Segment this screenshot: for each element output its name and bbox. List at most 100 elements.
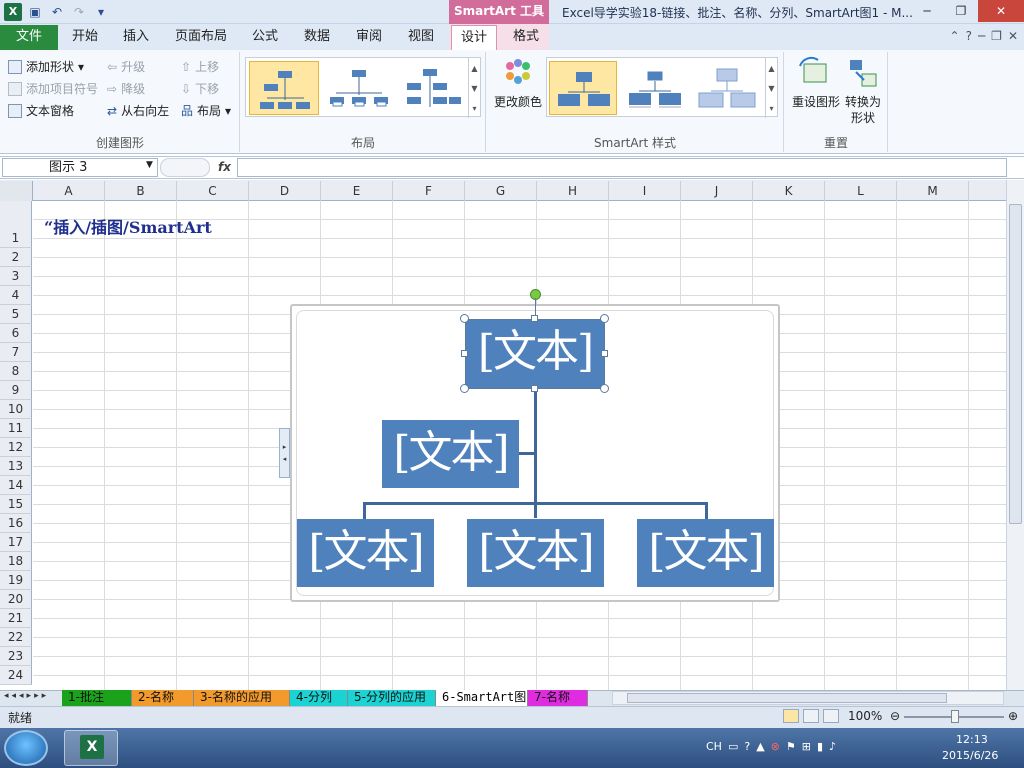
row-header-18[interactable]: 18 (0, 552, 32, 571)
formula-input[interactable] (237, 158, 1007, 177)
row-header-8[interactable]: 8 (0, 362, 32, 381)
show-hidden-icons[interactable]: ▲ (756, 740, 764, 753)
restore-button[interactable]: ❐ (944, 0, 978, 22)
sheet-nav-icons[interactable]: ◂◂◂▸▸▸ (4, 691, 49, 701)
smartart-node-assistant[interactable]: [文本] (382, 420, 519, 488)
text-pane-toggle-icon[interactable]: ▸ ◂ (279, 428, 290, 478)
resize-handle-tr[interactable] (600, 314, 609, 323)
style-thumb-subtle[interactable] (693, 61, 761, 115)
clock-date[interactable]: 2015/6/26 (942, 749, 998, 762)
resize-handle-bottom[interactable] (531, 385, 538, 392)
zoom-out-icon[interactable]: ⊖ (890, 709, 900, 723)
tab-home[interactable]: 开始 (62, 25, 108, 50)
move-down-button[interactable]: ⇩ 下移 (181, 80, 219, 97)
normal-view-icon[interactable] (783, 709, 799, 723)
layout-gallery-scroll[interactable]: ▲ ▼ ▾ (468, 58, 480, 118)
sheet-tab-4[interactable]: 4-分列 (290, 690, 348, 706)
column-header-k[interactable]: K (753, 181, 825, 201)
column-header-b[interactable]: B (105, 181, 177, 201)
column-header-m[interactable]: M (897, 181, 969, 201)
layout-thumb-org-chart[interactable] (249, 61, 319, 115)
sheet-tab-3[interactable]: 3-名称的应用 (194, 690, 290, 706)
column-header-f[interactable]: F (393, 181, 465, 201)
tab-insert[interactable]: 插入 (113, 25, 159, 50)
row-header-14[interactable]: 14 (0, 476, 32, 495)
style-scroll-up-icon[interactable]: ▲ (768, 64, 774, 73)
scroll-down-icon[interactable]: ▼ (471, 84, 477, 93)
smartart-node-left[interactable]: [文本] (297, 519, 434, 587)
page-break-view-icon[interactable] (823, 709, 839, 723)
action-center-icon[interactable]: ⚑ (786, 740, 796, 753)
column-header-g[interactable]: G (465, 181, 537, 201)
add-bullet-button[interactable]: 添加项目符号 (8, 80, 98, 97)
sheet-tab-6[interactable]: 6-SmartArt图 (436, 690, 528, 706)
help-icon[interactable]: ? (966, 29, 972, 43)
row-header-4[interactable]: 4 (0, 286, 32, 305)
page-layout-view-icon[interactable] (803, 709, 819, 723)
tab-formulas[interactable]: 公式 (243, 25, 287, 50)
security-alert-icon[interactable]: ⊗ (771, 740, 780, 753)
style-gallery-scroll[interactable]: ▲ ▼ ▾ (765, 58, 777, 118)
text-pane-button[interactable]: 文本窗格 (8, 102, 74, 119)
excel-app-icon[interactable]: X (4, 3, 22, 21)
row-header-16[interactable]: 16 (0, 514, 32, 533)
column-header-i[interactable]: I (609, 181, 681, 201)
smartart-node-middle[interactable]: [文本] (467, 519, 604, 587)
style-more-icon[interactable]: ▾ (769, 104, 773, 113)
doc-restore-icon[interactable]: ❐ (991, 29, 1002, 43)
resize-handle-right[interactable] (601, 350, 608, 357)
row-header-7[interactable]: 7 (0, 343, 32, 362)
resize-handle-br[interactable] (600, 384, 609, 393)
layout-gallery[interactable]: ▲ ▼ ▾ (245, 57, 481, 118)
vertical-scroll-thumb[interactable] (1009, 204, 1022, 524)
select-all-corner[interactable] (0, 181, 33, 201)
network-icon[interactable]: ▮ (817, 740, 823, 753)
start-button-icon[interactable] (4, 730, 48, 766)
reset-graphic-button[interactable]: 重设图形 (790, 56, 842, 126)
sheet-tab-7[interactable]: 7-名称 (528, 690, 588, 706)
windows-flag-icon[interactable]: ⊞ (802, 740, 811, 753)
tab-design[interactable]: 设计 (451, 25, 497, 50)
row-header-1[interactable]: 1 (0, 201, 32, 248)
language-indicator[interactable]: CH (706, 740, 722, 753)
undo-icon[interactable]: ↶ (48, 3, 66, 21)
name-box[interactable]: 图示 3 (2, 158, 158, 177)
minimize-ribbon-icon[interactable]: ⌃ (950, 29, 960, 43)
resize-handle-top[interactable] (531, 315, 538, 322)
resize-handle-left[interactable] (461, 350, 468, 357)
layout-button[interactable]: 品布局 ▾ (181, 102, 231, 119)
add-shape-button[interactable]: 添加形状 ▾ (8, 58, 84, 75)
tab-format[interactable]: 格式 (503, 25, 549, 50)
help-tray-icon[interactable]: ? (744, 740, 750, 753)
column-header-h[interactable]: H (537, 181, 609, 201)
redo-icon[interactable]: ↷ (70, 3, 88, 21)
style-scroll-down-icon[interactable]: ▼ (768, 84, 774, 93)
layout-thumb-hierarchy[interactable] (399, 61, 469, 115)
tab-page-layout[interactable]: 页面布局 (170, 25, 232, 50)
style-thumb-white-outline[interactable] (621, 61, 689, 115)
row-header-9[interactable]: 9 (0, 381, 32, 400)
save-icon[interactable]: ▣ (26, 3, 44, 21)
zoom-in-icon[interactable]: ⊕ (1008, 709, 1018, 723)
name-box-dropdown-icon[interactable]: ▼ (146, 160, 153, 170)
tab-file[interactable]: 文件 (0, 25, 58, 50)
row-header-3[interactable]: 3 (0, 267, 32, 286)
resize-handle-tl[interactable] (460, 314, 469, 323)
promote-button[interactable]: ⇦ 升级 (107, 58, 145, 75)
sheet-tab-1[interactable]: 1-批注 (62, 690, 132, 706)
sheet-tab-2[interactable]: 2-名称 (132, 690, 194, 706)
change-colors-button[interactable]: 更改颜色 (494, 56, 542, 116)
tab-review[interactable]: 审阅 (347, 25, 391, 50)
clock-time[interactable]: 12:13 (956, 733, 988, 746)
column-header-j[interactable]: J (681, 181, 753, 201)
doc-minimize-icon[interactable]: ─ (978, 29, 985, 43)
row-header-22[interactable]: 22 (0, 628, 32, 647)
convert-to-shapes-button[interactable]: 转换为 形状 (842, 56, 884, 126)
row-header-20[interactable]: 20 (0, 590, 32, 609)
resize-handle-bl[interactable] (460, 384, 469, 393)
demote-button[interactable]: ⇨ 降级 (107, 80, 145, 97)
close-button[interactable]: ✕ (978, 0, 1024, 22)
zoom-level[interactable]: 100% (848, 709, 882, 723)
horizontal-scrollbar[interactable] (612, 691, 1004, 705)
style-thumb-simple[interactable] (549, 61, 617, 115)
